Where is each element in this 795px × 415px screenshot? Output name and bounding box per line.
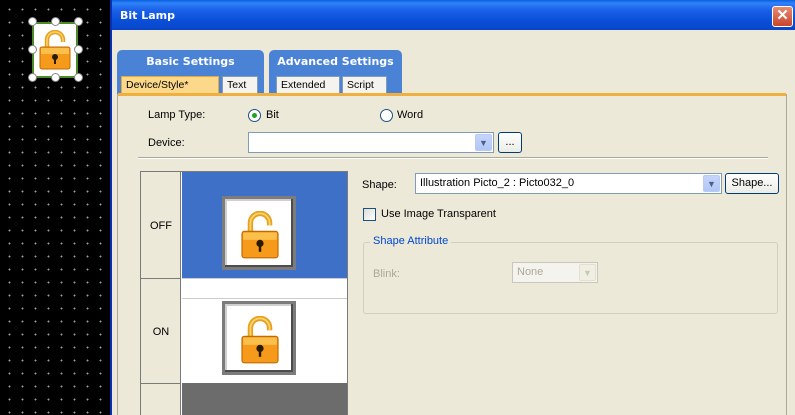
device-combo[interactable]: ▼ bbox=[248, 132, 494, 153]
resize-handle[interactable] bbox=[28, 45, 37, 54]
radio-word-label[interactable]: Word bbox=[397, 109, 423, 121]
lamp-type-label: Lamp Type: bbox=[148, 109, 206, 121]
resize-handle[interactable] bbox=[51, 73, 60, 82]
state-divider bbox=[141, 383, 181, 384]
open-padlock-icon bbox=[240, 315, 280, 367]
off-shape-preview bbox=[222, 196, 296, 270]
advanced-settings-label: Advanced Settings bbox=[277, 55, 394, 68]
state-on-label: ON bbox=[152, 326, 170, 338]
state-empty-area bbox=[182, 383, 347, 415]
tab-device-style[interactable]: Device/Style* bbox=[121, 76, 219, 94]
shape-label: Shape: bbox=[362, 179, 397, 191]
resize-handle[interactable] bbox=[74, 73, 83, 82]
tab-script[interactable]: Script bbox=[342, 76, 387, 94]
radio-word[interactable] bbox=[380, 109, 393, 122]
design-canvas[interactable] bbox=[0, 0, 110, 415]
dialog-title: Bit Lamp bbox=[120, 9, 176, 22]
use-transparent-checkbox[interactable] bbox=[363, 208, 376, 221]
tab-extended[interactable]: Extended bbox=[276, 76, 340, 94]
state-on-row[interactable] bbox=[182, 298, 347, 383]
shape-attribute-title: Shape Attribute bbox=[370, 235, 452, 247]
state-label-column bbox=[141, 172, 181, 415]
blink-value: None bbox=[517, 266, 544, 278]
tab-text[interactable]: Text bbox=[222, 76, 258, 94]
state-off-label: OFF bbox=[150, 220, 172, 232]
active-tab-accent bbox=[118, 93, 786, 96]
device-label: Device: bbox=[148, 137, 185, 149]
shape-attribute-group: Shape Attribute Blink: None ▼ bbox=[363, 235, 778, 314]
resize-handle[interactable] bbox=[51, 17, 60, 26]
basic-settings-label: Basic Settings bbox=[146, 55, 235, 68]
shape-value: Illustration Picto_2 : Picto032_0 bbox=[420, 177, 575, 189]
open-padlock-icon bbox=[240, 210, 280, 262]
title-bar[interactable]: Bit Lamp ✕ bbox=[112, 0, 795, 30]
state-divider bbox=[141, 278, 181, 279]
state-off-row[interactable] bbox=[182, 190, 347, 278]
resize-handle[interactable] bbox=[28, 73, 37, 82]
device-style-panel: Lamp Type: Bit Word Device: ▼ ... OFF ON bbox=[117, 93, 787, 415]
resize-handle[interactable] bbox=[28, 17, 37, 26]
bit-lamp-dialog: Bit Lamp ✕ Basic Settings Advanced Setti… bbox=[110, 0, 795, 415]
blink-combo[interactable]: None ▼ bbox=[512, 262, 598, 283]
open-padlock-icon bbox=[39, 29, 71, 73]
state-header-row bbox=[182, 172, 347, 190]
close-icon[interactable]: ✕ bbox=[772, 6, 793, 27]
device-browse-button[interactable]: ... bbox=[498, 132, 522, 153]
shape-button[interactable]: Shape... bbox=[725, 173, 779, 194]
chevron-down-icon[interactable]: ▼ bbox=[703, 175, 720, 192]
selected-bit-lamp-object[interactable] bbox=[32, 22, 78, 78]
state-table[interactable]: OFF ON bbox=[140, 171, 348, 415]
chevron-down-icon[interactable]: ▼ bbox=[579, 264, 596, 281]
radio-bit[interactable] bbox=[248, 109, 261, 122]
resize-handle[interactable] bbox=[74, 45, 83, 54]
on-shape-preview bbox=[222, 301, 296, 375]
chevron-down-icon[interactable]: ▼ bbox=[475, 134, 492, 151]
resize-handle[interactable] bbox=[74, 17, 83, 26]
blink-label: Blink: bbox=[373, 268, 400, 280]
radio-bit-label[interactable]: Bit bbox=[266, 109, 279, 121]
use-transparent-label[interactable]: Use Image Transparent bbox=[381, 208, 496, 220]
divider bbox=[138, 157, 768, 159]
shape-combo[interactable]: Illustration Picto_2 : Picto032_0 ▼ bbox=[415, 173, 722, 194]
state-on-header bbox=[182, 278, 347, 298]
